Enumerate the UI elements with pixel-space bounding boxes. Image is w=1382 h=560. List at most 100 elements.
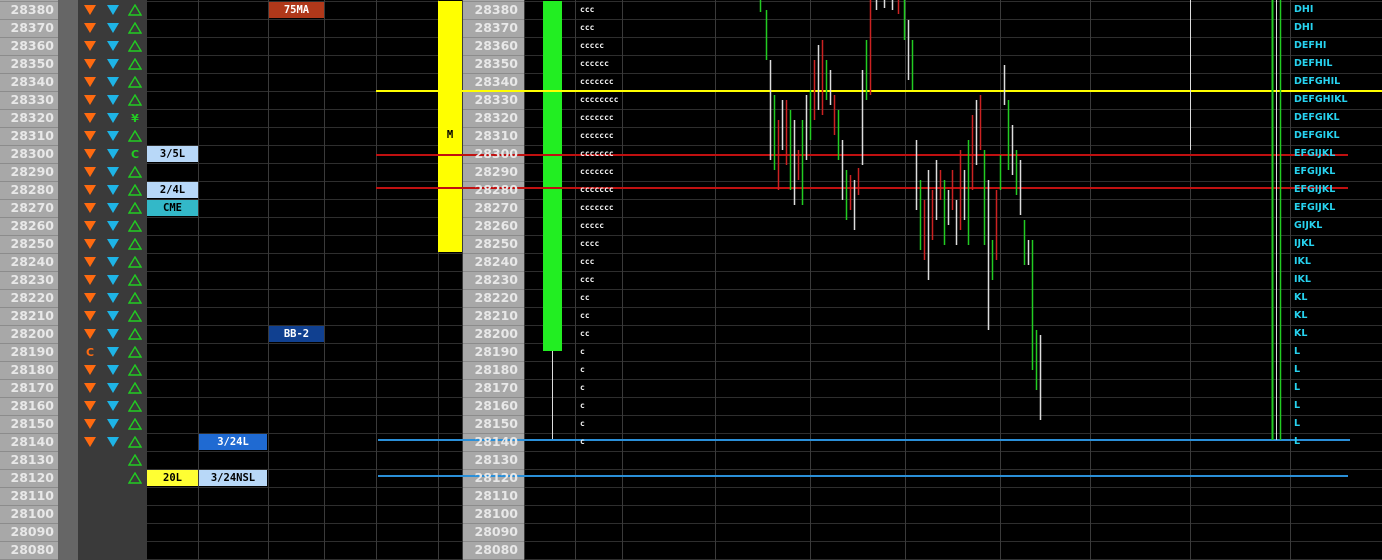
green-up-triangle-icon — [124, 253, 146, 271]
price-label-left: 28310 — [10, 128, 55, 143]
level-tag[interactable]: 3/24L — [199, 434, 267, 450]
orange-down-triangle-icon — [79, 397, 101, 415]
price-label-right: 28120 — [474, 470, 519, 485]
tpo-row: ccccccc — [580, 203, 614, 212]
price-label-left: 28160 — [10, 398, 55, 413]
period-letters: DEFGIKL — [1294, 130, 1340, 141]
level-tag[interactable]: 20L — [147, 470, 198, 486]
green-up-triangle-icon — [124, 199, 146, 217]
price-label-left: 28140 — [10, 434, 55, 449]
price-label-left: 28170 — [10, 380, 55, 395]
price-label-left: 28300 — [10, 146, 55, 161]
tpo-row: ccc — [580, 257, 595, 266]
cyan-down-triangle-icon — [102, 1, 124, 19]
period-letters: L — [1294, 346, 1301, 357]
level-tag[interactable]: 2/4L — [147, 182, 198, 198]
tpo-row: ccccccc — [580, 113, 614, 122]
green-up-triangle-icon — [124, 469, 146, 487]
tpo-row: ccccccc — [580, 77, 614, 86]
level-tag[interactable]: 3/5L — [147, 146, 198, 162]
orange-down-triangle-icon — [79, 361, 101, 379]
cyan-down-triangle-icon — [102, 415, 124, 433]
price-label-left: 28350 — [10, 56, 55, 71]
price-label-right: 28310 — [474, 128, 519, 143]
price-label-left: 28240 — [10, 254, 55, 269]
orange-down-triangle-icon — [79, 19, 101, 37]
green-up-triangle-icon — [124, 415, 146, 433]
range-bar-marker: M — [446, 129, 454, 141]
tpo-row: c — [580, 401, 585, 410]
tpo-row: ccccccc — [580, 149, 614, 158]
price-label-right: 28340 — [474, 74, 519, 89]
level-tag[interactable]: BB-2 — [269, 326, 324, 342]
green-up-triangle-icon — [124, 235, 146, 253]
orange-down-triangle-icon — [79, 73, 101, 91]
period-letters: DHI — [1294, 4, 1314, 15]
price-label-left: 28210 — [10, 308, 55, 323]
tpo-row: cccccc — [580, 59, 609, 68]
level-tag[interactable]: 3/24NSL — [199, 470, 267, 486]
price-label-right: 28290 — [474, 164, 519, 179]
tpo-row: ccccccc — [580, 167, 614, 176]
price-label-right: 28300 — [474, 146, 519, 161]
orange-down-triangle-icon — [79, 91, 101, 109]
price-label-right: 28170 — [474, 380, 519, 395]
period-letters: L — [1294, 400, 1301, 411]
tpo-row: ccc — [580, 5, 595, 14]
cyan-down-triangle-icon — [102, 55, 124, 73]
orange-down-triangle-icon — [79, 307, 101, 325]
orange-down-triangle-icon — [79, 253, 101, 271]
price-label-left: 28270 — [10, 200, 55, 215]
green-up-triangle-icon — [124, 343, 146, 361]
period-letters: DEFHI — [1294, 40, 1327, 51]
price-label-right: 28250 — [474, 236, 519, 251]
green-up-triangle-icon — [124, 217, 146, 235]
cyan-down-triangle-icon — [102, 19, 124, 37]
period-letters: IKL — [1294, 274, 1311, 285]
cyan-down-triangle-icon — [102, 145, 124, 163]
price-label-right: 28160 — [474, 398, 519, 413]
green-up-triangle-icon — [124, 289, 146, 307]
orange-down-triangle-icon — [79, 55, 101, 73]
price-label-right: 28150 — [474, 416, 519, 431]
period-letters: DEFGHIL — [1294, 76, 1341, 87]
cyan-down-triangle-icon — [102, 181, 124, 199]
period-letters: EFGIJKL — [1294, 148, 1336, 159]
orange-down-triangle-icon — [79, 433, 101, 451]
price-label-left: 28080 — [10, 542, 55, 557]
level-tag[interactable]: CME — [147, 200, 198, 216]
orange-down-triangle-icon — [79, 127, 101, 145]
orange-down-triangle-icon — [79, 325, 101, 343]
price-label-left: 28180 — [10, 362, 55, 377]
green-up-triangle-icon — [124, 55, 146, 73]
period-letters: DHI — [1294, 22, 1314, 33]
tpo-row: ccc — [580, 23, 595, 32]
price-label-left: 28280 — [10, 182, 55, 197]
price-label-left: 28370 — [10, 20, 55, 35]
price-label-right: 28130 — [474, 452, 519, 467]
green-up-triangle-icon — [124, 433, 146, 451]
price-label-right: 28380 — [474, 2, 519, 17]
period-letters: DEFGHIKL — [1294, 94, 1348, 105]
price-label-right: 28240 — [474, 254, 519, 269]
price-label-left: 28230 — [10, 272, 55, 287]
price-label-left: 28120 — [10, 470, 55, 485]
cyan-down-triangle-icon — [102, 271, 124, 289]
green-up-triangle-icon — [124, 379, 146, 397]
orange-down-triangle-icon — [79, 199, 101, 217]
price-label-right: 28330 — [474, 92, 519, 107]
green-up-triangle-icon — [124, 37, 146, 55]
cyan-down-triangle-icon — [102, 397, 124, 415]
price-label-left: 28110 — [10, 488, 55, 503]
signal-letter-text: C — [85, 345, 95, 359]
tpo-row: c — [580, 365, 585, 374]
price-label-left: 28150 — [10, 416, 55, 431]
period-letters: KL — [1294, 310, 1308, 321]
level-tag[interactable]: 75MA — [269, 2, 324, 18]
cyan-down-triangle-icon — [102, 163, 124, 181]
tpo-row: c — [580, 383, 585, 392]
green-up-triangle-icon — [124, 127, 146, 145]
tpo-row: cccccccc — [580, 95, 619, 104]
cyan-down-triangle-icon — [102, 325, 124, 343]
price-label-right: 28270 — [474, 200, 519, 215]
